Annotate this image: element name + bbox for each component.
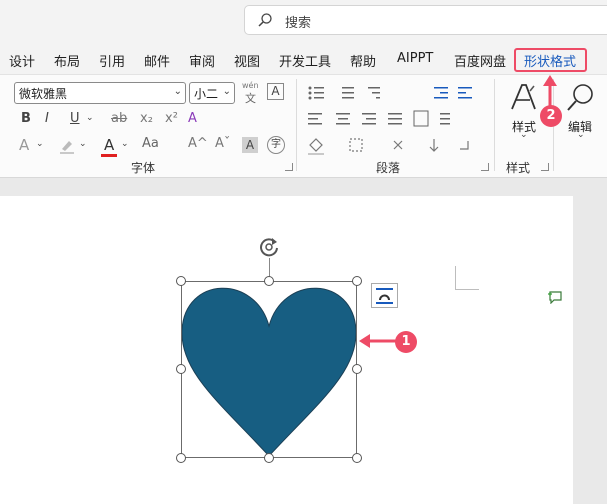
rotate-connector [269, 258, 270, 278]
text-effect-button[interactable]: A [19, 136, 29, 154]
resize-handle-right[interactable] [352, 364, 362, 374]
chevron-down-icon[interactable]: ⌄ [577, 130, 585, 140]
resize-handle-bottom-right[interactable] [352, 453, 362, 463]
resize-handle-top-right[interactable] [352, 276, 362, 286]
char-border-button[interactable]: A [267, 83, 284, 100]
title-bar: 搜索 [0, 0, 607, 44]
styles-a-icon[interactable] [508, 83, 538, 113]
phonetic-guide-button[interactable]: wén [242, 81, 259, 90]
change-case-button[interactable]: Aa [142, 136, 159, 151]
tab-mailings[interactable]: 邮件 [144, 51, 170, 70]
underline-button[interactable]: U [70, 111, 80, 126]
margin-corner-mark [455, 266, 479, 290]
phonetic-guide-char: 文 [245, 92, 256, 105]
styles-group-label: 样式 [506, 161, 531, 175]
tab-design[interactable]: 设计 [9, 51, 35, 70]
callout-badge-1: 1 [395, 331, 417, 353]
clear-formatting-button[interactable]: A [188, 111, 197, 126]
layout-options-button[interactable] [371, 283, 398, 308]
paragraph-group [306, 83, 486, 163]
chevron-down-icon[interactable]: ⌄ [79, 139, 87, 149]
superscript-button[interactable]: x² [165, 111, 178, 126]
chevron-down-icon[interactable]: ⌄ [121, 139, 129, 149]
resize-handle-top[interactable] [264, 276, 274, 286]
font-name-select[interactable]: 微软雅黑 ⌄ [14, 82, 186, 104]
resize-handle-top-left[interactable] [176, 276, 186, 286]
resize-handle-bottom[interactable] [264, 453, 274, 463]
tab-view[interactable]: 视图 [234, 51, 260, 70]
strikethrough-button[interactable]: ab [111, 111, 127, 126]
search-icon [258, 13, 272, 27]
font-color-bar [101, 154, 117, 157]
paragraph-dialog-launcher[interactable] [481, 163, 489, 171]
shrink-font-button[interactable]: Aˇ [215, 136, 230, 151]
subscript-button[interactable]: x₂ [140, 111, 153, 126]
tab-developer[interactable]: 开发工具 [279, 51, 331, 70]
tab-help[interactable]: 帮助 [350, 51, 376, 70]
font-name-value: 微软雅黑 [19, 87, 68, 101]
chevron-down-icon[interactable]: ⌄ [36, 139, 44, 149]
ribbon-body: 微软雅黑 ⌄ 小二 ⌄ wén 文 A B I U ⌄ ab x₂ x² A A… [0, 74, 607, 178]
tab-review[interactable]: 审阅 [189, 51, 215, 70]
enclosed-char-button[interactable]: 字 [267, 136, 285, 154]
comment-add-icon[interactable] [547, 290, 563, 304]
group-separator [296, 79, 297, 171]
shape-format-highlight [514, 48, 587, 72]
chevron-down-icon: ⌄ [173, 86, 182, 97]
grow-font-button[interactable]: A^ [188, 136, 208, 151]
callout-2-arrow [543, 75, 557, 106]
selection-frame [181, 281, 357, 458]
char-shading-button[interactable]: A [242, 137, 258, 153]
italic-button[interactable]: I [45, 111, 49, 126]
chevron-down-icon: ⌄ [222, 86, 231, 97]
chevron-down-icon[interactable]: ⌄ [86, 113, 94, 123]
chevron-down-icon[interactable]: ⌄ [520, 130, 528, 140]
font-dialog-launcher[interactable] [285, 163, 293, 171]
search-placeholder: 搜索 [285, 16, 312, 31]
font-group-label: 字体 [131, 161, 156, 175]
bold-button[interactable]: B [21, 111, 31, 126]
paragraph-group-label: 段落 [376, 161, 401, 175]
resize-handle-left[interactable] [176, 364, 186, 374]
tab-aippt[interactable]: AIPPT [397, 51, 433, 66]
tab-baidu-netdisk[interactable]: 百度网盘 [454, 51, 506, 70]
callout-badge-2: 2 [540, 105, 562, 127]
rotate-handle-icon[interactable] [258, 236, 280, 258]
styles-dialog-launcher[interactable] [541, 163, 549, 171]
tab-layout[interactable]: 布局 [54, 51, 80, 70]
group-separator [494, 79, 495, 171]
font-color-button[interactable]: A [104, 136, 114, 154]
search-box[interactable]: 搜索 [244, 5, 607, 35]
editing-search-icon[interactable] [564, 83, 596, 115]
resize-handle-bottom-left[interactable] [176, 453, 186, 463]
tab-references[interactable]: 引用 [99, 51, 125, 70]
font-size-select[interactable]: 小二 ⌄ [189, 82, 235, 104]
highlight-pen-icon[interactable] [59, 138, 75, 154]
callout-1-arrow [359, 334, 396, 348]
layout-options-icon [376, 288, 393, 304]
font-size-value: 小二 [194, 87, 219, 101]
